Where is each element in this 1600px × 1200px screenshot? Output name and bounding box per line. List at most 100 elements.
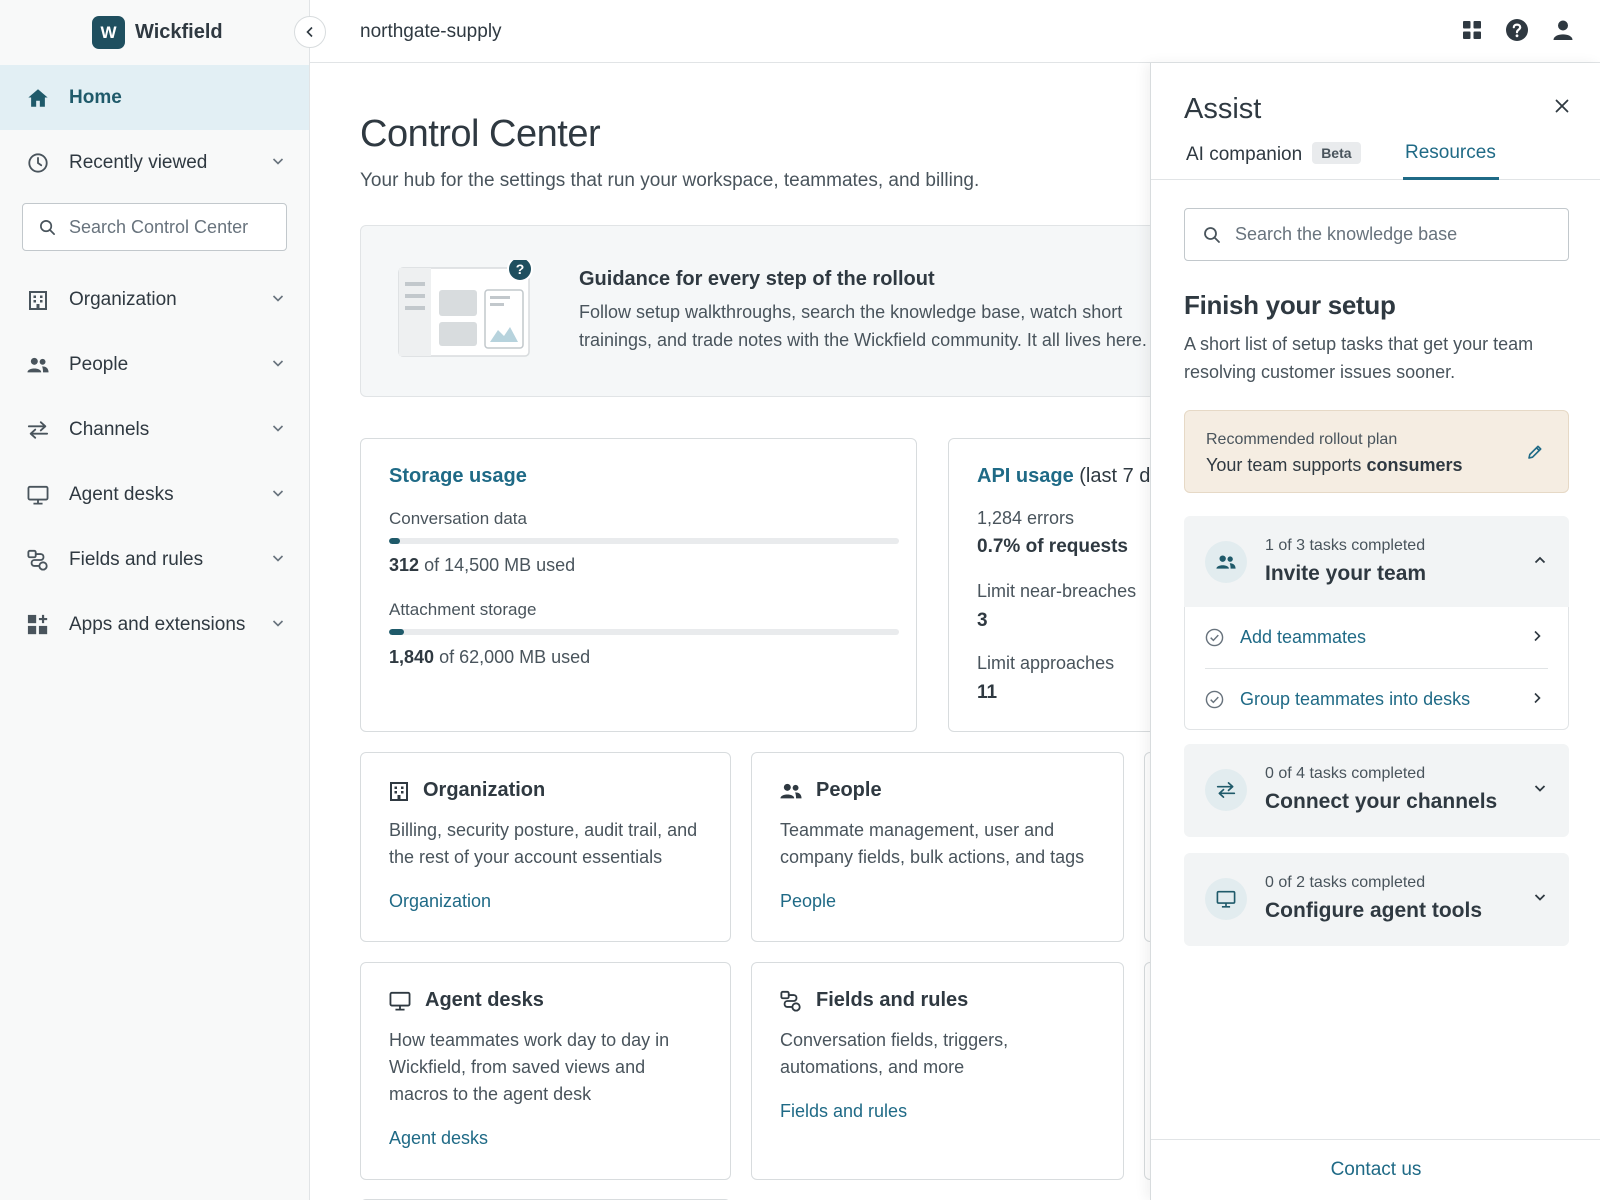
- storage-usage-title[interactable]: Storage usage: [389, 465, 527, 488]
- conversation-data-bar-fill: [389, 538, 400, 544]
- assist-footer: Contact us: [1151, 1139, 1600, 1200]
- top-bar-actions: [1462, 18, 1574, 42]
- pencil-icon[interactable]: [1526, 443, 1544, 461]
- storage-usage-card: Storage usage Conversation data 312 of 1…: [360, 438, 917, 732]
- beta-badge: Beta: [1312, 142, 1361, 164]
- help-icon[interactable]: [1505, 18, 1529, 42]
- chevron-right-icon: [1530, 629, 1544, 643]
- chevron-down-icon[interactable]: [271, 421, 285, 435]
- sidebar-nav: Home Recently viewed Search Control Cent…: [0, 65, 309, 657]
- plan-label: Recommended rollout plan: [1206, 431, 1398, 448]
- chevron-down-icon[interactable]: [1533, 781, 1547, 795]
- brand[interactable]: W Wickfield: [92, 16, 223, 49]
- agent-desks-tile: Agent desks How teammates work day to da…: [360, 962, 731, 1180]
- task-group-invite-team: 1 of 3 tasks completed Invite your team …: [1184, 516, 1569, 730]
- attachment-storage-value: 1,840 of 62,000 MB used: [389, 647, 591, 667]
- search-icon: [39, 219, 56, 236]
- task-count: 1 of 3 tasks completed: [1265, 537, 1426, 554]
- brand-logo: W: [92, 16, 125, 49]
- task-group-configure-agent-tools[interactable]: 0 of 2 tasks completed Configure agent t…: [1184, 853, 1569, 946]
- task-count: 0 of 4 tasks completed: [1265, 765, 1426, 782]
- sidebar-item-label: People: [69, 353, 129, 375]
- people-link[interactable]: People: [780, 891, 836, 912]
- limit-approaches-value: 11: [977, 682, 998, 703]
- close-icon[interactable]: [1554, 98, 1570, 114]
- workflow-icon: [27, 549, 49, 571]
- main-content: Control Center Your hub for the settings…: [310, 63, 1150, 1200]
- contact-us-link[interactable]: Contact us: [1331, 1159, 1422, 1181]
- api-usage-title[interactable]: API usage (last 7 days): [977, 465, 1150, 488]
- workspace-name[interactable]: northgate-supply: [360, 21, 502, 43]
- tile-description: Teammate management, user and company fi…: [780, 820, 1085, 867]
- chevron-down-icon[interactable]: [1533, 890, 1547, 904]
- fields-and-rules-link[interactable]: Fields and rules: [780, 1101, 907, 1122]
- sidebar-item-label: Organization: [69, 288, 177, 310]
- sidebar-item-recently-viewed[interactable]: Recently viewed: [0, 130, 309, 195]
- task-label: Add teammates: [1240, 627, 1367, 647]
- limit-near-breaches-value: 3: [977, 610, 988, 631]
- page-title: Control Center: [360, 113, 601, 155]
- tile-description: Conversation fields, triggers, automatio…: [780, 1030, 1009, 1077]
- agent-desks-link[interactable]: Agent desks: [389, 1128, 488, 1149]
- collapse-sidebar-button[interactable]: [294, 16, 326, 48]
- sidebar-item-organization[interactable]: Organization: [0, 267, 309, 332]
- tab-resources[interactable]: Resources: [1405, 142, 1496, 164]
- sidebar-search-input[interactable]: Search Control Center: [22, 203, 287, 251]
- chevron-down-icon[interactable]: [271, 356, 285, 370]
- chevron-down-icon[interactable]: [271, 291, 285, 305]
- monitor-icon: [1205, 878, 1247, 920]
- search-placeholder: Search the knowledge base: [1235, 224, 1458, 244]
- svg-text:?: ?: [516, 261, 525, 277]
- chevron-down-icon[interactable]: [271, 616, 285, 630]
- task-group-header[interactable]: 1 of 3 tasks completed Invite your team: [1184, 516, 1569, 607]
- apps-icon: [27, 614, 49, 636]
- attachment-storage-label: Attachment storage: [389, 600, 537, 619]
- chevron-down-icon[interactable]: [271, 551, 285, 565]
- active-tab-indicator: [1403, 177, 1499, 180]
- sidebar-item-people[interactable]: People: [0, 332, 309, 397]
- task-group-header[interactable]: 0 of 2 tasks completed Configure agent t…: [1184, 853, 1569, 944]
- task-group-name: Configure agent tools: [1265, 899, 1482, 922]
- rollout-plan-card: Recommended rollout plan Your team suppo…: [1184, 410, 1569, 493]
- tile-title: Agent desks: [425, 989, 544, 1011]
- sidebar-item-home[interactable]: Home: [0, 65, 309, 130]
- monitor-icon: [389, 991, 411, 1011]
- tab-ai-companion[interactable]: AI companion Beta: [1186, 142, 1361, 166]
- chevron-up-icon[interactable]: [1533, 553, 1547, 567]
- sidebar-item-fields-and-rules[interactable]: Fields and rules: [0, 527, 309, 592]
- assist-title: Assist: [1184, 93, 1262, 125]
- api-usage-card: API usage (last 7 days) 1,284 errors 0.7…: [948, 438, 1150, 732]
- tile-title: Fields and rules: [816, 989, 969, 1011]
- sidebar-item-channels[interactable]: Channels: [0, 397, 309, 462]
- guidance-line: Follow setup walkthroughs, search the kn…: [579, 302, 1123, 322]
- attachment-storage-bar: [389, 629, 899, 635]
- sidebar: W Wickfield Home Recently viewed Search …: [0, 0, 310, 1200]
- tile-description: Billing, security posture, audit trail, …: [389, 820, 698, 867]
- task-group-connect-channels[interactable]: 0 of 4 tasks completed Connect your chan…: [1184, 744, 1569, 837]
- task-group-header[interactable]: 0 of 4 tasks completed Connect your chan…: [1184, 744, 1569, 835]
- chevron-down-icon[interactable]: [271, 154, 285, 168]
- guidance-body: Follow setup walkthroughs, search the kn…: [579, 298, 1150, 354]
- task-list: Add teammates Group teammates into desks: [1184, 607, 1569, 730]
- chevron-down-icon[interactable]: [271, 486, 285, 500]
- task-group-teammates[interactable]: Group teammates into desks: [1205, 668, 1548, 729]
- sidebar-item-apps-and-extensions[interactable]: Apps and extensions: [0, 592, 309, 657]
- page-subtitle: Your hub for the settings that run your …: [360, 170, 980, 191]
- user-icon[interactable]: [1552, 19, 1574, 41]
- tile-title: Organization: [423, 779, 546, 801]
- sidebar-item-label: Home: [69, 86, 122, 108]
- task-add-teammates[interactable]: Add teammates: [1205, 607, 1548, 668]
- grid-icon[interactable]: [1462, 20, 1482, 40]
- search-icon: [1203, 226, 1221, 244]
- setup-title: Finish your setup: [1184, 290, 1396, 320]
- sidebar-item-label: Channels: [69, 418, 150, 440]
- assist-tabs: AI companion Beta Resources: [1151, 140, 1600, 180]
- arrows-icon: [1205, 769, 1247, 811]
- organization-link[interactable]: Organization: [389, 891, 491, 912]
- clock-icon: [27, 152, 49, 174]
- sidebar-item-agent-desks[interactable]: Agent desks: [0, 462, 309, 527]
- people-tile: People Teammate management, user and com…: [751, 752, 1124, 942]
- knowledge-base-search-input[interactable]: Search the knowledge base: [1184, 208, 1569, 261]
- building-icon: [27, 289, 49, 311]
- guidance-line: trainings, and trade notes with the Wick…: [579, 330, 1147, 350]
